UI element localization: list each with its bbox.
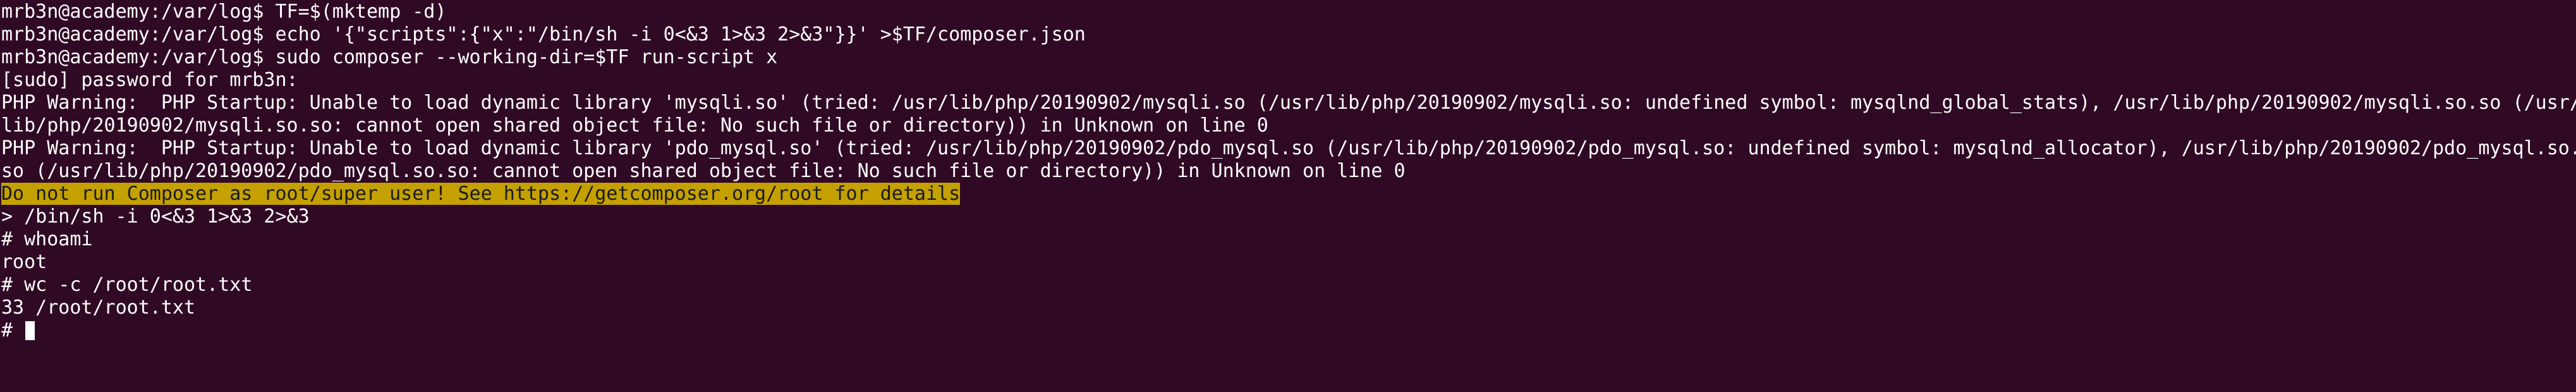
terminal-line-php-warning-pdo-mysql-cont: so (/usr/lib/php/20190902/pdo_mysql.so.s… xyxy=(1,160,1406,182)
terminal-line-bin-sh: > /bin/sh -i 0<&3 1>&3 2>&3 xyxy=(1,205,310,228)
terminal-line-php-warning-mysqli: PHP Warning: PHP Startup: Unable to load… xyxy=(1,92,2576,114)
terminal-line-wc-output: 33 /root/root.txt xyxy=(1,297,196,319)
terminal-line-php-warning-pdo-mysql: PHP Warning: PHP Startup: Unable to load… xyxy=(1,137,2576,159)
terminal-line-sudo-password: [sudo] password for mrb3n: xyxy=(1,69,298,91)
terminal-cursor[interactable] xyxy=(25,321,35,340)
terminal-line-sudo-composer: mrb3n@academy:/var/log$ sudo composer --… xyxy=(1,46,778,68)
terminal-line-php-warning-mysqli-cont: lib/php/20190902/mysqli.so.so: cannot op… xyxy=(1,114,1268,137)
composer-root-warning-highlight: Do not run Composer as root/super user! … xyxy=(1,183,961,205)
terminal-line-echo-composer-json: mrb3n@academy:/var/log$ echo '{"scripts"… xyxy=(1,23,1086,46)
terminal-line-wc-root-txt: # wc -c /root/root.txt xyxy=(1,274,253,296)
terminal-line-composer-root-warning: Do not run Composer as root/super user! … xyxy=(1,183,2576,205)
terminal-line-root-prompt[interactable]: # xyxy=(1,319,2576,342)
root-prompt-text: # xyxy=(1,319,25,341)
terminal-window[interactable]: mrb3n@academy:/var/log$ TF=$(mktemp -d) … xyxy=(0,0,2576,392)
terminal-line-prompt-mktemp: mrb3n@academy:/var/log$ TF=$(mktemp -d) xyxy=(1,1,447,23)
terminal-line-root-output: root xyxy=(1,251,47,273)
terminal-line-whoami: # whoami xyxy=(1,228,93,250)
